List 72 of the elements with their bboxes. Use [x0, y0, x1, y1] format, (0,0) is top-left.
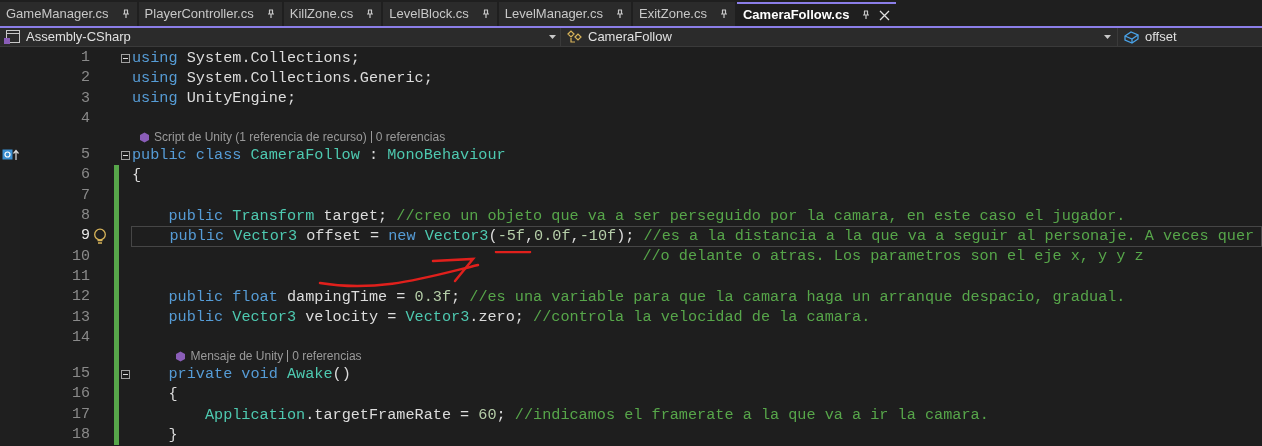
line-number: 18 — [71, 425, 90, 446]
pin-icon[interactable] — [480, 9, 491, 19]
code-line: using UnityEngine; — [132, 88, 297, 110]
tab-label: PlayerController.cs — [144, 5, 254, 24]
code-line: public Vector3 offset = new Vector3(-5f,0.0f,-10f); //es a la distancia a la que va a seguir al personaje. A veces quer — [168, 226, 1255, 248]
cube-icon — [139, 131, 150, 143]
fold-icon[interactable] — [120, 53, 130, 63]
line-number: 10 — [71, 246, 90, 267]
close-icon[interactable] — [879, 9, 891, 21]
codelens-link[interactable]: Script de Unity (1 referencia de recurso) — [154, 128, 367, 147]
pin-icon[interactable] — [265, 9, 276, 19]
caret-icon — [1104, 35, 1111, 39]
code-line: } — [167, 424, 178, 446]
field-icon — [1124, 30, 1139, 44]
file-tab[interactable]: ExitZone.cs — [633, 2, 735, 26]
cube-icon — [175, 350, 187, 362]
line-number: 13 — [71, 307, 90, 328]
code-line: public float dampingTime = 0.3f; //es una variable para que la camara haga un arranque despacio, gradual. — [167, 287, 1126, 308]
pin-icon[interactable] — [719, 9, 729, 19]
file-tab[interactable]: KillZone.cs — [283, 2, 382, 26]
pin-icon[interactable] — [861, 10, 872, 20]
codelens-link[interactable]: Mensaje de Unity — [190, 347, 284, 366]
line-number: 9 — [80, 226, 90, 247]
tab-label: GameManager.cs — [6, 5, 109, 24]
lightbulb-icon[interactable] — [93, 228, 107, 245]
tab-label: LevelManager.cs — [504, 5, 604, 24]
project-dropdown[interactable]: Assembly-CSharp — [0, 28, 560, 46]
tab-label: LevelBlock.cs — [389, 5, 469, 24]
line-number: 1 — [80, 48, 90, 68]
line-number: 15 — [71, 364, 90, 385]
code-line: public Transform target; //creo un objeto que va a ser perseguido por la camara, en este caso el jugador. — [167, 205, 1126, 227]
code-line: //o delante o atras. Los parametros son el eje x, y y z — [641, 246, 1144, 268]
code-line: public class CameraFollow : MonoBehaviour — [132, 144, 506, 166]
line-number: 6 — [80, 165, 90, 186]
line-number: 7 — [80, 185, 90, 206]
code-line: using System.Collections.Generic; — [132, 68, 433, 90]
pin-icon[interactable] — [120, 9, 131, 19]
file-tab[interactable]: LevelBlock.cs — [383, 2, 497, 26]
type-dropdown[interactable]: CameraFollow — [560, 28, 1117, 46]
tab-label: CameraFollow.cs — [743, 6, 850, 25]
pin-icon[interactable] — [615, 9, 626, 19]
codelens-link[interactable]: 0 referencias — [292, 347, 362, 366]
member-dropdown[interactable]: offset — [1117, 28, 1262, 46]
code-line: Application.targetFrameRate = 60; //indicamos el framerate a la que va a ir la camara. — [203, 404, 989, 426]
pin-icon[interactable] — [365, 9, 376, 19]
line-number: 14 — [71, 327, 90, 348]
code-line: using System.Collections; — [132, 47, 360, 69]
line-number: 12 — [71, 287, 90, 308]
line-number: 17 — [71, 404, 90, 425]
code-line: { — [132, 165, 142, 187]
implements-icon[interactable] — [2, 149, 20, 162]
line-number: 2 — [80, 68, 90, 89]
line-number: 16 — [71, 384, 90, 405]
code-line: public Vector3 velocity = Vector3.zero; //controla la velocidad de la camara. — [167, 307, 871, 329]
code-line: { — [167, 384, 178, 406]
line-number: 8 — [80, 206, 90, 227]
code-line: private void Awake() — [167, 363, 351, 385]
file-tab[interactable]: PlayerController.cs — [138, 2, 282, 26]
line-number: 11 — [71, 266, 90, 287]
tab-label: ExitZone.cs — [639, 5, 707, 24]
fold-icon[interactable] — [120, 150, 130, 160]
codelens-link[interactable]: 0 referencias — [375, 128, 446, 147]
project-icon — [4, 30, 20, 44]
line-number: 5 — [80, 145, 90, 166]
tab-label: KillZone.cs — [289, 5, 354, 24]
caret-icon — [549, 35, 556, 39]
class-icon — [567, 30, 582, 44]
line-number: 4 — [80, 108, 90, 129]
file-tab[interactable]: GameManager.cs — [0, 2, 137, 26]
fold-icon[interactable] — [120, 369, 130, 379]
line-number: 3 — [80, 88, 90, 109]
file-tab[interactable]: LevelManager.cs — [498, 2, 632, 26]
